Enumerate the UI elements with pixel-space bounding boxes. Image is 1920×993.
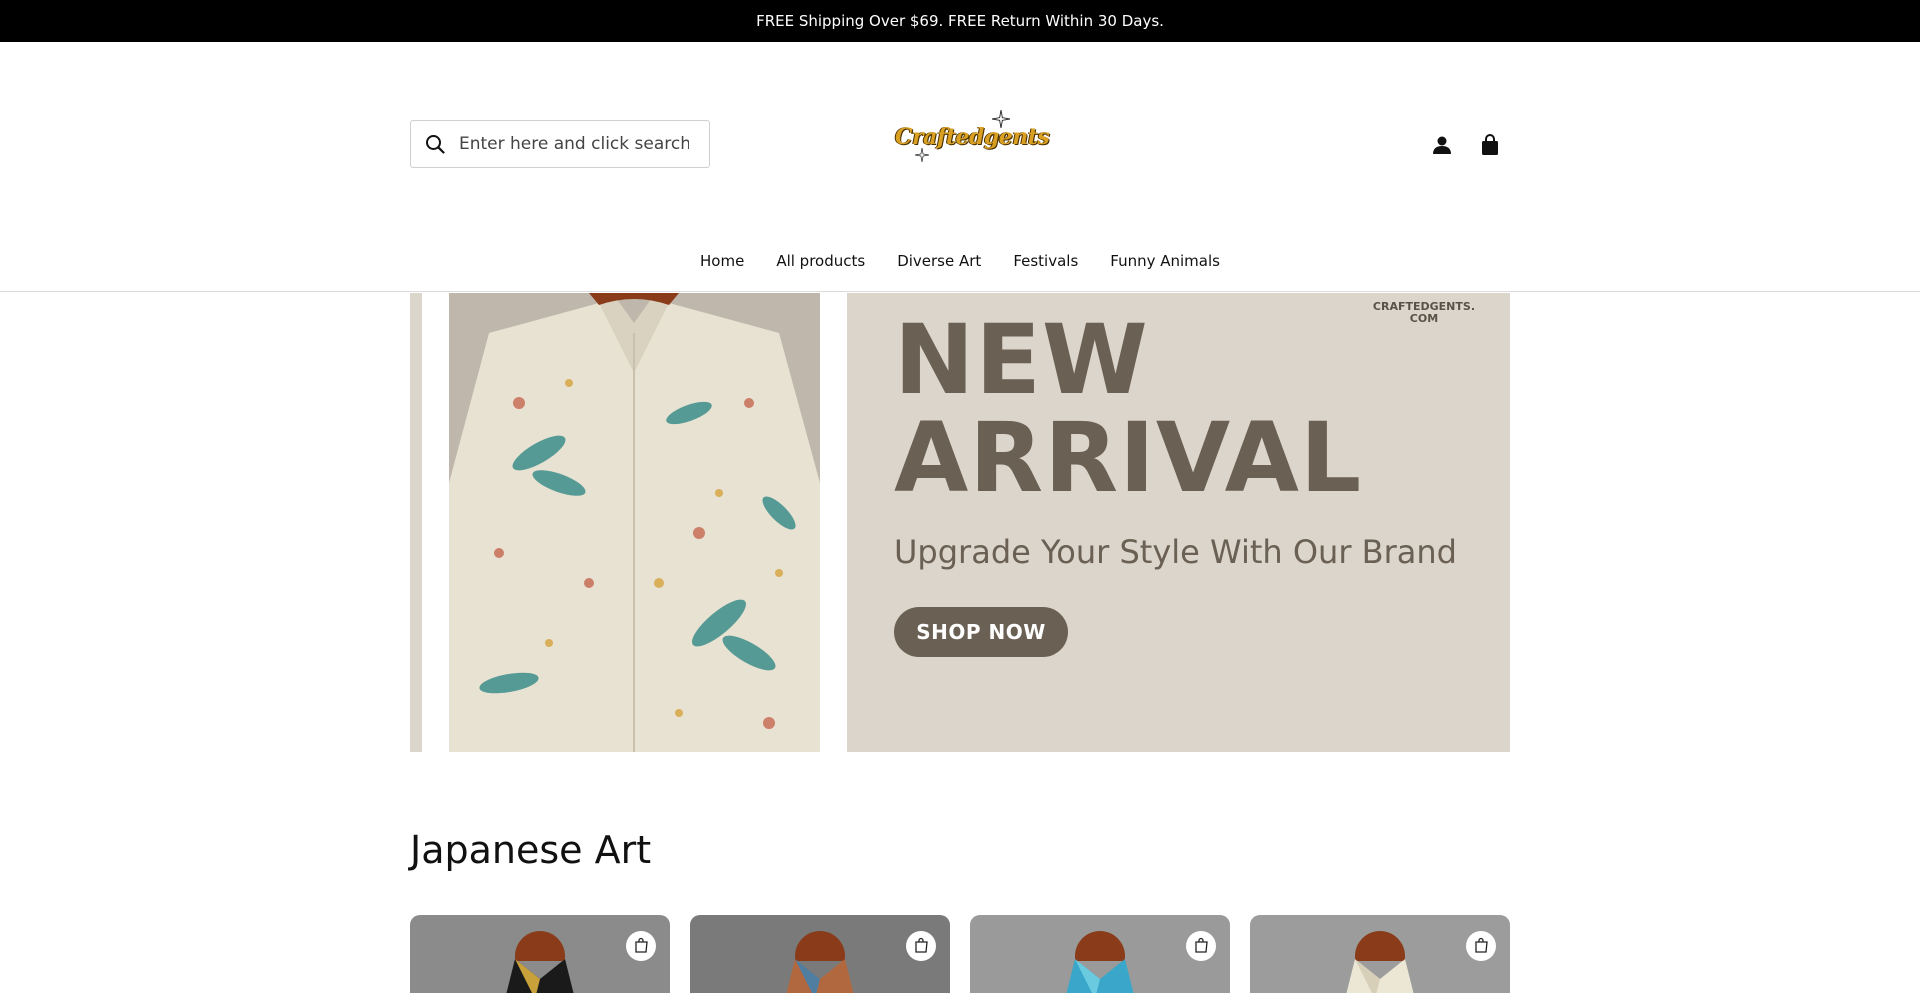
nav-diverse-art[interactable]: Diverse Art (897, 252, 981, 270)
logo-text: Craftedgents (895, 124, 1050, 150)
add-to-cart-icon (1475, 937, 1488, 953)
add-to-cart-button[interactable] (626, 931, 656, 961)
hero-shirt-image (449, 293, 820, 752)
add-to-cart-button[interactable] (1466, 931, 1496, 961)
product-card[interactable] (1250, 915, 1510, 993)
search-icon[interactable] (425, 134, 445, 154)
star-icon (992, 110, 1010, 128)
shop-now-button[interactable]: SHOP NOW (894, 607, 1068, 657)
hanger (1355, 931, 1405, 961)
hanger (795, 931, 845, 961)
add-to-cart-icon (1195, 937, 1208, 953)
hero-text-panel: CRAFTEDGENTS. COM NEW ARRIVAL Upgrade Yo… (847, 293, 1510, 752)
hero-title-line: ARRIVAL (894, 402, 1363, 514)
add-to-cart-button[interactable] (1186, 931, 1216, 961)
site-header: Craftedgents Home All products Diverse A… (0, 42, 1920, 292)
hero-subtitle: Upgrade Your Style With Our Brand (894, 533, 1457, 571)
star-icon (915, 148, 929, 162)
add-to-cart-icon (915, 937, 928, 953)
announcement-bar: FREE Shipping Over $69. FREE Return With… (0, 0, 1920, 42)
hero-brand-mark: CRAFTEDGENTS. COM (1373, 301, 1475, 325)
user-icon[interactable] (1431, 134, 1453, 156)
hanger (515, 931, 565, 961)
hanger (1075, 931, 1125, 961)
search-box[interactable] (410, 120, 710, 168)
hero-edge (410, 293, 422, 752)
product-card[interactable] (970, 915, 1230, 993)
nav-festivals[interactable]: Festivals (1013, 252, 1078, 270)
main-nav: Home All products Diverse Art Festivals … (0, 252, 1920, 270)
search-input[interactable] (459, 134, 689, 154)
shopping-bag-icon[interactable] (1479, 134, 1501, 156)
hero-title-line: NEW (894, 304, 1149, 416)
brand-logo[interactable]: Craftedgents (895, 110, 1050, 162)
add-to-cart-button[interactable] (906, 931, 936, 961)
nav-funny-animals[interactable]: Funny Animals (1110, 252, 1220, 270)
product-card[interactable] (410, 915, 670, 993)
hero-banner[interactable]: CRAFTEDGENTS. COM NEW ARRIVAL Upgrade Yo… (410, 293, 1510, 752)
add-to-cart-icon (635, 937, 648, 953)
nav-home[interactable]: Home (700, 252, 744, 270)
hero-title: NEW ARRIVAL (894, 311, 1362, 507)
product-card[interactable] (690, 915, 950, 993)
nav-all-products[interactable]: All products (776, 252, 865, 270)
product-grid (410, 915, 1510, 993)
brand-mark-line: COM (1409, 312, 1439, 325)
section-title: Japanese Art (410, 828, 652, 872)
announcement-text: FREE Shipping Over $69. FREE Return With… (756, 12, 1164, 30)
